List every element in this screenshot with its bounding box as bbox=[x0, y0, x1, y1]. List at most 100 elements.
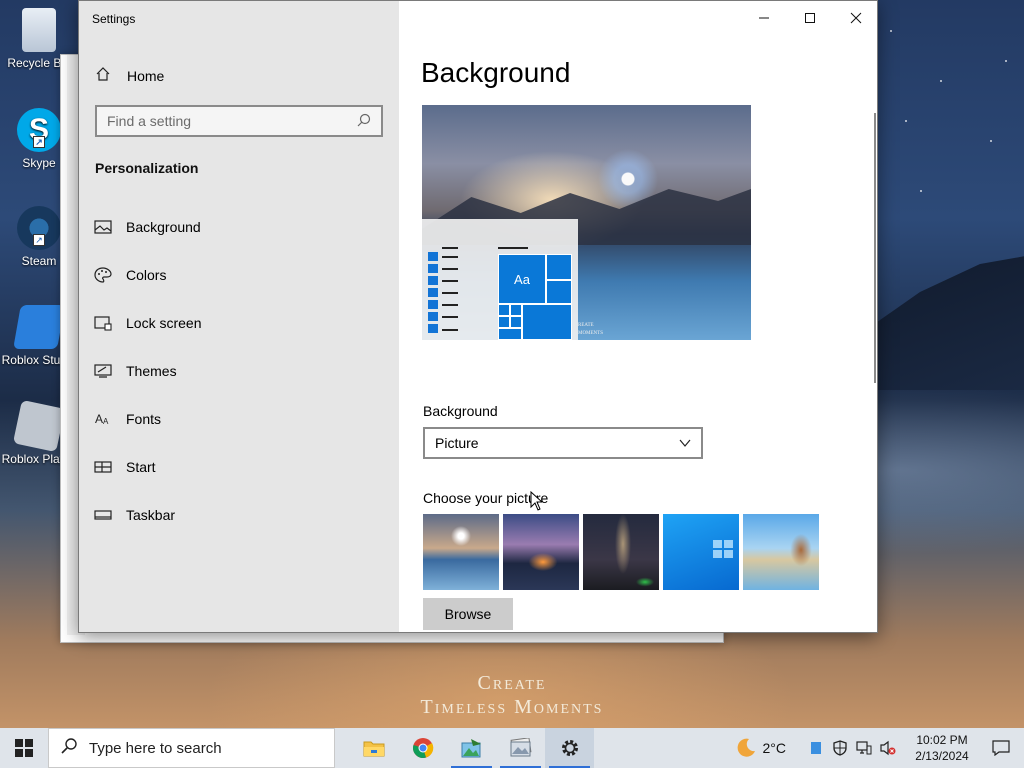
wallpaper-star bbox=[890, 30, 892, 32]
settings-search-input[interactable] bbox=[97, 113, 357, 129]
recycle-bin-icon bbox=[22, 8, 56, 52]
clock-date: 2/13/2024 bbox=[915, 749, 969, 763]
preview-tile bbox=[510, 304, 522, 316]
taskbar-app-chrome[interactable] bbox=[398, 728, 447, 768]
preview-tile bbox=[498, 328, 522, 340]
mock-tile bbox=[428, 312, 438, 321]
content-scrollbar[interactable] bbox=[874, 113, 876, 383]
taskbar-clock[interactable]: 10:02 PM 2/13/2024 bbox=[906, 732, 978, 764]
system-tray: 2°C 10:02 PM 2/13/2024 bbox=[735, 728, 1024, 768]
mock-tile bbox=[428, 288, 438, 297]
browse-button[interactable]: Browse bbox=[423, 598, 513, 630]
nav-home[interactable]: Home bbox=[79, 61, 399, 91]
maximize-icon bbox=[805, 13, 815, 23]
mock-line bbox=[442, 329, 458, 331]
mock-line bbox=[442, 292, 458, 294]
picture-thumbnail[interactable] bbox=[743, 514, 819, 590]
background-preview: Aa reate moments bbox=[422, 105, 751, 340]
volume-muted-icon bbox=[880, 740, 896, 756]
tray-item[interactable] bbox=[852, 741, 876, 755]
mock-line bbox=[442, 304, 458, 306]
settings-sidebar: Settings Home Personalization Background… bbox=[79, 1, 399, 632]
mock-tile bbox=[428, 300, 438, 309]
sidebar-item-label: Background bbox=[126, 219, 201, 235]
notification-icon bbox=[992, 740, 1010, 756]
taskbar-app-image-editor[interactable] bbox=[447, 728, 496, 768]
picture-thumbnail[interactable] bbox=[503, 514, 579, 590]
search-icon bbox=[357, 113, 381, 130]
start-button[interactable] bbox=[0, 728, 48, 768]
taskbar-app-file-explorer[interactable] bbox=[349, 728, 398, 768]
sidebar-item-taskbar[interactable]: Taskbar bbox=[79, 495, 399, 535]
sidebar-item-themes[interactable]: Themes bbox=[79, 351, 399, 391]
wallpaper-star bbox=[940, 80, 942, 82]
mock-line bbox=[442, 247, 458, 249]
close-button[interactable] bbox=[833, 1, 877, 35]
shortcut-arrow-icon: ↗ bbox=[33, 234, 45, 246]
taskbar-app-photos[interactable] bbox=[496, 728, 545, 768]
svg-text:A: A bbox=[95, 412, 103, 426]
sidebar-item-label: Start bbox=[126, 459, 156, 475]
mock-tile bbox=[428, 252, 438, 261]
page-title: Background bbox=[421, 57, 571, 88]
steam-icon: ↗ bbox=[17, 206, 61, 250]
picture-thumbnail[interactable] bbox=[583, 514, 659, 590]
sidebar-item-label: Lock screen bbox=[126, 315, 202, 331]
preview-tile-aa: Aa bbox=[498, 254, 546, 304]
taskbar: 2°C 10:02 PM 2/13/2024 bbox=[0, 728, 1024, 768]
clock-time: 10:02 PM bbox=[916, 733, 968, 747]
settings-search-box[interactable] bbox=[95, 105, 383, 137]
background-type-dropdown[interactable]: Picture bbox=[423, 427, 703, 459]
palette-icon bbox=[79, 267, 126, 283]
taskbar-search-box[interactable] bbox=[48, 728, 335, 768]
gear-icon bbox=[561, 740, 578, 756]
fonts-icon: AA bbox=[79, 411, 126, 427]
tray-item[interactable] bbox=[804, 741, 828, 755]
sidebar-item-label: Fonts bbox=[126, 411, 162, 427]
preview-caption: reate moments bbox=[578, 320, 603, 336]
minimize-button[interactable] bbox=[741, 1, 787, 35]
chevron-down-icon bbox=[679, 439, 691, 447]
weather-temperature: 2°C bbox=[762, 740, 787, 756]
preview-tiles: Aa bbox=[498, 254, 572, 340]
taskbar-app-settings[interactable] bbox=[545, 728, 594, 768]
action-center-button[interactable] bbox=[978, 740, 1024, 756]
sidebar-item-start[interactable]: Start bbox=[79, 447, 399, 487]
sidebar-item-lock-screen[interactable]: Lock screen bbox=[79, 303, 399, 343]
mock-tile bbox=[428, 324, 438, 333]
sidebar-item-background[interactable]: Background bbox=[79, 207, 399, 247]
wallpaper-mountain bbox=[860, 250, 1024, 390]
preview-tile bbox=[522, 304, 572, 340]
roblox-studio-icon bbox=[13, 305, 65, 349]
sidebar-item-label: Themes bbox=[126, 363, 177, 379]
notes-icon bbox=[811, 742, 821, 754]
mock-line bbox=[442, 256, 458, 258]
maximize-button[interactable] bbox=[787, 1, 833, 35]
moon-icon bbox=[737, 738, 755, 757]
wallpaper-star bbox=[1005, 60, 1007, 62]
close-icon bbox=[850, 12, 862, 24]
tray-item[interactable] bbox=[828, 740, 852, 756]
roblox-player-icon bbox=[12, 399, 66, 453]
photos-icon bbox=[510, 738, 531, 757]
network-icon bbox=[856, 741, 872, 755]
start-icon bbox=[79, 459, 126, 475]
tray-item[interactable] bbox=[876, 740, 900, 756]
wallpaper-star bbox=[905, 120, 907, 122]
wallpaper-star bbox=[990, 140, 992, 142]
image-editor-icon bbox=[461, 739, 481, 758]
mock-line bbox=[442, 268, 458, 270]
sidebar-item-colors[interactable]: Colors bbox=[79, 255, 399, 295]
picture-thumbnail[interactable] bbox=[423, 514, 499, 590]
lock-screen-icon bbox=[79, 315, 126, 331]
preview-tile bbox=[546, 280, 572, 304]
sidebar-item-fonts[interactable]: AA Fonts bbox=[79, 399, 399, 439]
wallpaper-caption-line1: Create bbox=[477, 672, 547, 694]
chrome-icon bbox=[412, 738, 433, 758]
weather-widget[interactable]: 2°C bbox=[735, 737, 787, 759]
preview-tile bbox=[546, 254, 572, 280]
preview-tile bbox=[498, 304, 510, 316]
taskbar-search-input[interactable] bbox=[89, 739, 334, 757]
picture-thumbnail[interactable] bbox=[663, 514, 739, 590]
themes-icon bbox=[79, 363, 126, 379]
